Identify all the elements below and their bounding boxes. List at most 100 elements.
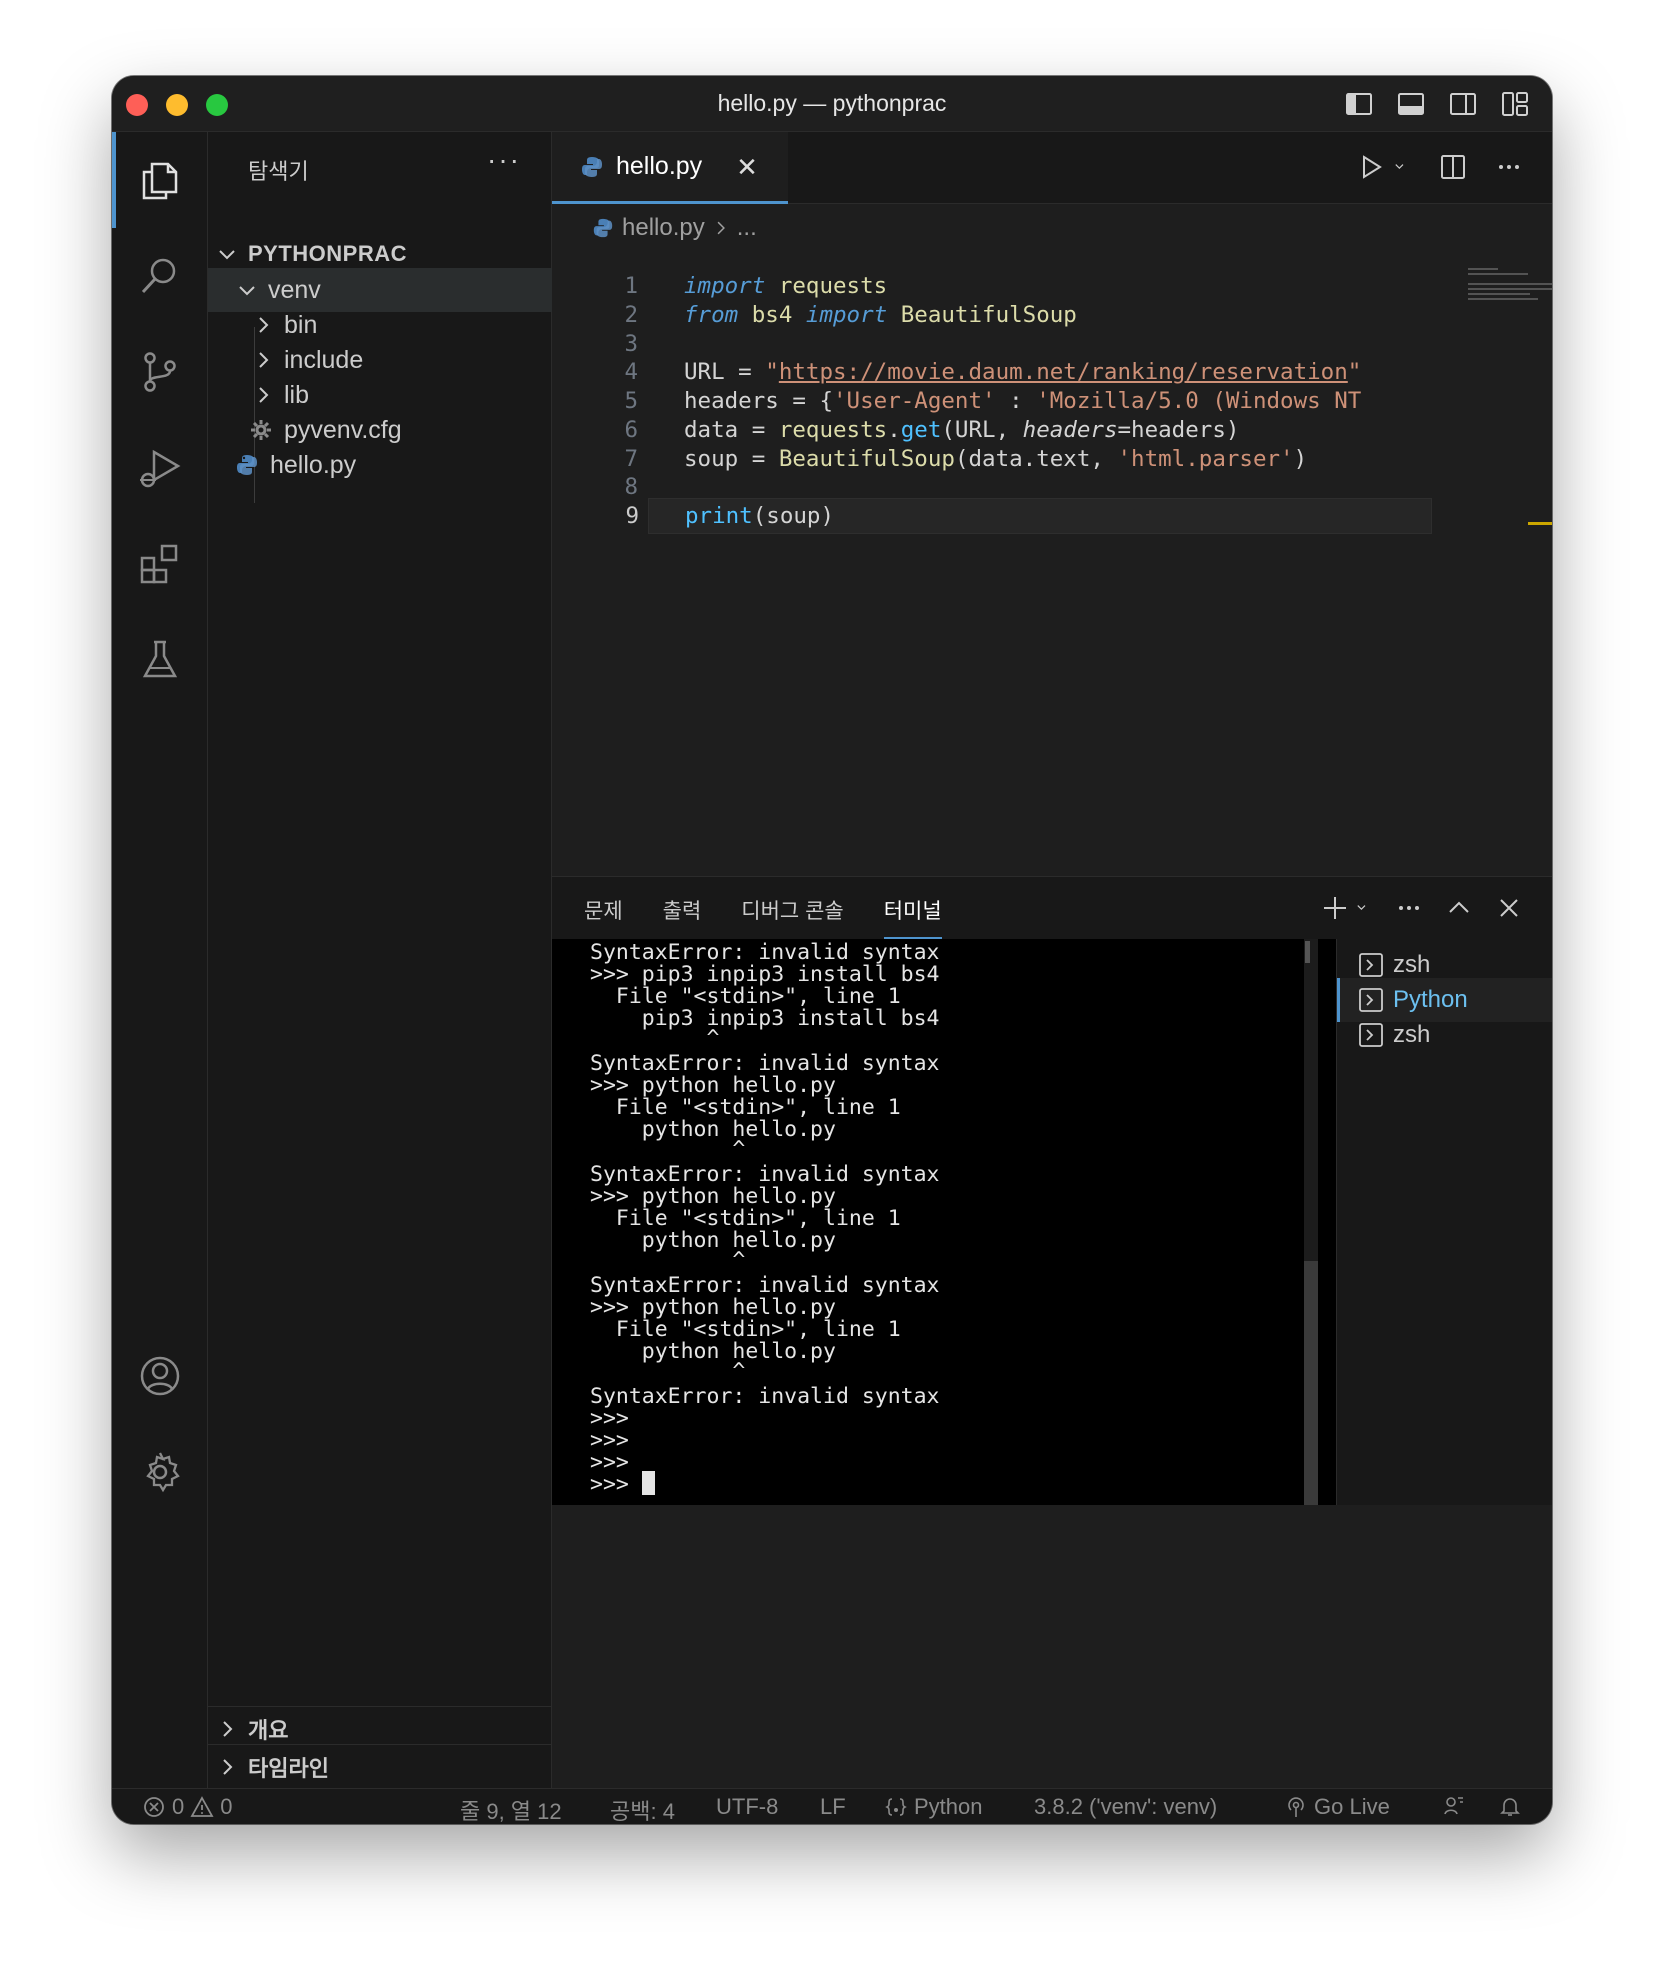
breadcrumb-symbol[interactable]: ... bbox=[737, 214, 757, 242]
breadcrumb-file[interactable]: hello.py bbox=[622, 214, 705, 242]
chevron-down-icon bbox=[236, 279, 258, 301]
go-live-button[interactable]: Go Live bbox=[1284, 1794, 1390, 1820]
section-label: 타임라인 bbox=[248, 1755, 329, 1781]
terminal-prompt-line: >>> bbox=[590, 1471, 655, 1499]
line-number: 8 bbox=[624, 474, 638, 500]
maximize-panel-chevron-up-icon[interactable] bbox=[1444, 893, 1474, 923]
overview-ruler-marker bbox=[1528, 522, 1552, 525]
new-terminal-plus-icon[interactable] bbox=[1320, 893, 1350, 923]
terminal-output[interactable]: SyntaxError: invalid syntax >>> pip3 inp… bbox=[552, 939, 1336, 1505]
search-icon[interactable] bbox=[112, 228, 208, 324]
tab-terminal[interactable]: 터미널 bbox=[883, 895, 942, 939]
extensions-icon[interactable] bbox=[112, 516, 208, 612]
customize-layout-icon[interactable] bbox=[1500, 89, 1530, 119]
error-count: 0 bbox=[172, 1794, 185, 1819]
terminal-item-label: zsh bbox=[1393, 1021, 1431, 1048]
sidebar-title: 탐색기 bbox=[248, 159, 309, 184]
source-control-icon[interactable] bbox=[112, 324, 208, 420]
line-content: headers = {'User-Agent' : 'Mozilla/5.0 (… bbox=[684, 388, 1362, 414]
error-icon bbox=[144, 1797, 164, 1817]
chevron-right-icon bbox=[216, 1718, 238, 1740]
notifications-bell-icon[interactable] bbox=[1498, 1794, 1522, 1818]
run-dropdown-chevron-icon[interactable] bbox=[1394, 152, 1412, 182]
indentation[interactable]: 공백: 4 bbox=[610, 1794, 675, 1824]
close-panel-icon[interactable] bbox=[1494, 893, 1524, 923]
run-python-file-icon[interactable] bbox=[1356, 152, 1386, 182]
language-label: Python bbox=[914, 1794, 983, 1819]
braces-icon bbox=[885, 1798, 907, 1816]
tab-problems[interactable]: 문제 bbox=[584, 895, 623, 939]
minimap[interactable] bbox=[1468, 268, 1552, 308]
tree-item-label: bin bbox=[284, 310, 318, 339]
toggle-panel-icon[interactable] bbox=[1396, 89, 1426, 119]
layout-controls bbox=[1344, 89, 1530, 119]
close-tab-icon[interactable]: ✕ bbox=[736, 154, 758, 180]
accounts-icon[interactable] bbox=[112, 1328, 208, 1424]
terminal-icon bbox=[1359, 1023, 1383, 1047]
tree-item-label: pyvenv.cfg bbox=[284, 415, 402, 444]
line-content: import requests bbox=[684, 273, 888, 299]
terminal-cursor bbox=[641, 1471, 655, 1495]
terminal-line: ^ bbox=[590, 1137, 746, 1162]
tree-item-label: lib bbox=[284, 380, 310, 409]
terminal-list: zsh Python zsh bbox=[1336, 939, 1552, 1505]
tab-output[interactable]: 출력 bbox=[663, 895, 702, 939]
more-actions-icon[interactable] bbox=[1494, 152, 1524, 182]
code-editor[interactable]: 1 import requests 2 from bs4 import Beau… bbox=[552, 266, 1552, 876]
terminal-line: ^ bbox=[590, 1026, 720, 1051]
status-bar: 0 0 줄 9, 열 12 공백: 4 UTF-8 LF Python 3.8.… bbox=[112, 1788, 1552, 1824]
tree-item-label: venv bbox=[268, 275, 321, 304]
sidebar-more-button[interactable]: ··· bbox=[487, 144, 521, 176]
manage-gear-icon[interactable] bbox=[112, 1424, 208, 1520]
line-content: data = requests.get(URL, headers=headers… bbox=[684, 417, 1240, 443]
chevron-right-icon bbox=[216, 1756, 238, 1778]
explorer-icon[interactable] bbox=[112, 132, 208, 228]
chevron-right-icon bbox=[252, 314, 274, 336]
run-and-debug-icon[interactable] bbox=[112, 420, 208, 516]
line-content: print(soup) bbox=[685, 503, 835, 529]
toggle-primary-sidebar-icon[interactable] bbox=[1344, 89, 1374, 119]
section-label: 개요 bbox=[248, 1717, 289, 1743]
terminal-icon bbox=[1359, 953, 1383, 977]
tab-debug-console[interactable]: 디버그 콘솔 bbox=[741, 895, 843, 939]
chevron-right-icon bbox=[252, 384, 274, 406]
testing-icon[interactable] bbox=[112, 612, 208, 708]
line-number: 5 bbox=[624, 388, 638, 414]
vscode-window: hello.py — pythonprac 탐색기 ··· PYTHONPRAC… bbox=[112, 76, 1552, 1824]
line-number: 6 bbox=[624, 417, 638, 443]
tab-hello-py[interactable]: hello.py ✕ bbox=[552, 132, 788, 204]
terminal-icon bbox=[1359, 988, 1383, 1012]
editor-actions bbox=[1356, 152, 1524, 182]
end-of-line[interactable]: LF bbox=[820, 1794, 846, 1820]
python-interpreter[interactable]: 3.8.2 ('venv': venv) bbox=[1034, 1794, 1217, 1820]
broadcast-icon bbox=[1288, 1797, 1304, 1817]
tree-item-label: include bbox=[284, 345, 364, 374]
terminal-item-zsh[interactable]: zsh bbox=[1337, 1013, 1552, 1057]
activity-bar bbox=[112, 132, 208, 1788]
line-number: 2 bbox=[624, 302, 638, 328]
url-link: https://movie.daum.net/ranking/reservati… bbox=[778, 359, 1348, 385]
toggle-secondary-sidebar-icon[interactable] bbox=[1448, 89, 1478, 119]
go-live-label: Go Live bbox=[1314, 1794, 1390, 1819]
line-content: from bs4 import BeautifulSoup bbox=[684, 302, 1077, 328]
problems-status[interactable]: 0 0 bbox=[142, 1794, 233, 1820]
chevron-right-icon bbox=[252, 349, 274, 371]
terminal-scrollbar-thumb[interactable] bbox=[1304, 1261, 1318, 1505]
editor-tab-bar: hello.py ✕ bbox=[552, 132, 1552, 204]
terminal-dropdown-chevron-icon[interactable] bbox=[1356, 893, 1374, 923]
chevron-down-icon bbox=[216, 243, 238, 265]
breadcrumb: hello.py ... bbox=[592, 214, 757, 242]
terminal-line: ^ bbox=[590, 1248, 746, 1273]
python-file-icon bbox=[582, 156, 602, 177]
more-actions-icon[interactable] bbox=[1394, 893, 1424, 923]
feedback-icon[interactable] bbox=[1442, 1794, 1466, 1818]
terminal-line: SyntaxError: invalid syntax bbox=[590, 1384, 940, 1409]
language-mode[interactable]: Python bbox=[884, 1794, 983, 1820]
window-title: hello.py — pythonprac bbox=[717, 90, 947, 116]
cursor-position[interactable]: 줄 9, 열 12 bbox=[460, 1794, 562, 1824]
timeline-section[interactable]: 타임라인 bbox=[208, 1744, 552, 1788]
tree-item-hello-py[interactable]: hello.py bbox=[208, 443, 552, 487]
split-editor-icon[interactable] bbox=[1438, 152, 1468, 182]
terminal-item-label: zsh bbox=[1393, 951, 1431, 978]
encoding[interactable]: UTF-8 bbox=[716, 1794, 778, 1820]
